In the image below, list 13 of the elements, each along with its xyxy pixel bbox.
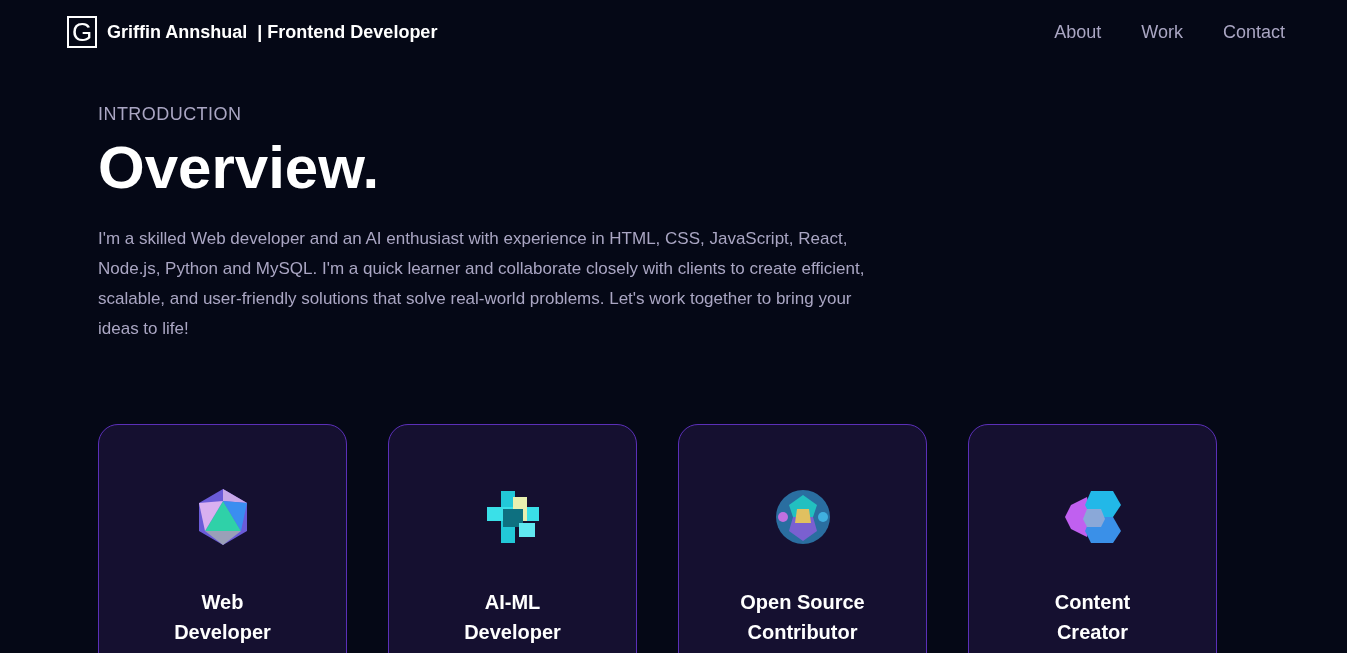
nav-link[interactable]: Contact [1222,18,1285,46]
card-title: Content Creator [1053,590,1132,645]
role-text: | Frontend Developer [257,20,438,44]
card-title: AI-ML Developer [463,590,562,645]
overview-paragraph: I'm a skilled Web developer and an AI enthusiast with experience in HTML, CSS, JavaScript, React, Node.js, Python and MySQL. I'm a quick learner and collaborate closely with clients to create efficient, scalable, and user-friendly solutions that solve real-world problems. Let's work together to bring your ideas to life! [98,228,866,340]
card-title: Web Developer [173,590,272,645]
brand-name: Griffin Annshual [107,20,248,44]
nav-link[interactable]: Work [1141,18,1183,46]
nav-link[interactable]: About [1054,18,1102,46]
section-subtitle: INTRODUCTION [98,103,243,126]
logo-icon[interactable]: G [67,16,97,48]
card-title: Open Source Contributor [739,590,866,645]
section-title: Overview. [98,133,381,203]
